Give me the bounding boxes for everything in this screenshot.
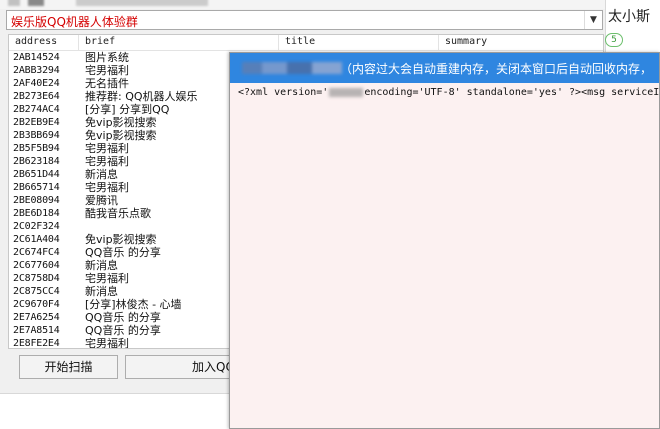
row-address: 2ABB3294 <box>13 65 60 76</box>
popup-title-bar[interactable]: （内容过大会自动重建内存，关闭本窗口后自动回收内存， <box>230 53 659 83</box>
xml-content-prefix: <?xml version=' <box>238 87 329 98</box>
row-address: 2B665714 <box>13 182 60 193</box>
row-address: 2C875CC4 <box>13 286 60 297</box>
chevron-down-icon[interactable]: ▼ <box>584 11 602 29</box>
row-address: 2E7A6254 <box>13 312 60 323</box>
column-header-brief[interactable]: brief <box>79 35 279 50</box>
column-header-address[interactable]: address <box>9 35 79 50</box>
row-address: 2B274AC4 <box>13 104 60 115</box>
row-address: 2C677604 <box>13 260 60 271</box>
row-address: 2C02F324 <box>13 221 60 232</box>
row-address: 2B273E64 <box>13 91 60 102</box>
row-address: 2B5F5B94 <box>13 143 60 154</box>
row-address: 2B3BB694 <box>13 130 60 141</box>
row-address: 2C674FC4 <box>13 247 60 258</box>
blurred-title <box>242 62 342 74</box>
count-badge: 5 <box>605 33 623 47</box>
xml-viewer-window[interactable]: （内容过大会自动重建内存，关闭本窗口后自动回收内存， <?xml version… <box>229 52 660 429</box>
blurred-title <box>8 0 208 6</box>
row-address: 2E7A8514 <box>13 325 60 336</box>
group-select-value: 娱乐版QQ机器人体验群 <box>11 15 138 29</box>
row-address: 2BE6D184 <box>13 208 60 219</box>
xml-content-mid: encoding='UTF-8' standalone='yes' ?> <box>364 87 582 98</box>
table-header: address brief title summary <box>9 35 603 51</box>
row-address: 2C9670F4 <box>13 299 60 310</box>
row-address: 2B651D44 <box>13 169 60 180</box>
column-header-summary[interactable]: summary <box>439 35 603 50</box>
xml-content-suffix: <msg serviceID= <box>581 87 660 98</box>
row-address: 2B623184 <box>13 156 60 167</box>
row-address: 2AB14524 <box>13 52 60 63</box>
row-address: 2C61A404 <box>13 234 60 245</box>
column-header-title[interactable]: title <box>279 35 439 50</box>
xml-content[interactable]: <?xml version=' encoding='UTF-8' standalo… <box>238 87 660 98</box>
popup-title: （内容过大会自动重建内存，关闭本窗口后自动回收内存， <box>340 62 653 76</box>
contact-name: 太小斯 <box>608 9 650 25</box>
row-address: 2AF40E24 <box>13 78 60 89</box>
blurred-version <box>329 87 364 97</box>
row-address: 2E8FE2E4 <box>13 338 60 349</box>
start-scan-button[interactable]: 开始扫描 <box>19 355 118 379</box>
row-address: 2C8758D4 <box>13 273 60 284</box>
row-address: 2B2EB9E4 <box>13 117 60 128</box>
row-address: 2BE08094 <box>13 195 60 206</box>
window-title-bar <box>0 0 605 9</box>
group-select[interactable]: 娱乐版QQ机器人体验群 ▼ <box>6 10 603 30</box>
